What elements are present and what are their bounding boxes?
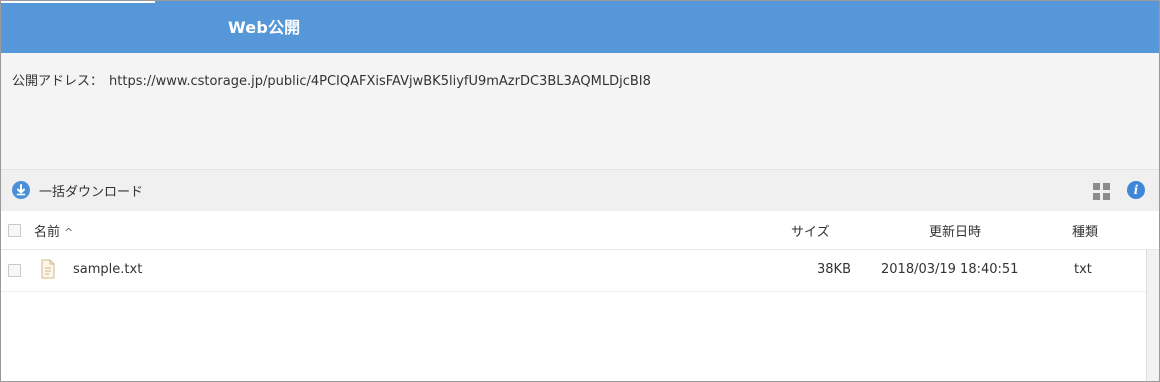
sort-ascending-icon: ^ [64, 226, 74, 239]
column-header-name[interactable]: 名前 ^ [34, 221, 73, 240]
table-row[interactable]: sample.txt 38KB 2018/03/19 18:40:51 txt [1, 250, 1146, 292]
column-header-type[interactable]: 種類 [1072, 221, 1098, 240]
column-header-size[interactable]: サイズ [791, 221, 830, 240]
text-file-icon [41, 259, 55, 279]
toolbar: 一括ダウンロード i [1, 169, 1159, 212]
public-address-panel: 公開アドレス： https://www.cstorage.jp/public/4P… [1, 53, 1159, 169]
vertical-scrollbar[interactable] [1146, 250, 1159, 381]
public-address-label: 公開アドレス： [12, 74, 104, 89]
file-updated: 2018/03/19 18:40:51 [881, 262, 1019, 277]
column-header-updated[interactable]: 更新日時 [929, 221, 981, 240]
web-publish-window: Web公開 公開アドレス： https://www.cstorage.jp/pub… [0, 0, 1160, 382]
grid-view-icon[interactable] [1093, 183, 1110, 200]
file-size: 38KB [817, 262, 851, 277]
bulk-download-button[interactable]: 一括ダウンロード [12, 180, 143, 200]
header-bar: Web公開 [1, 1, 1159, 53]
public-address-url[interactable]: https://www.cstorage.jp/public/4PCIQAFXi… [109, 74, 651, 89]
info-icon[interactable]: i [1127, 181, 1145, 199]
file-table-header: 名前 ^ サイズ 更新日時 種類 [1, 211, 1159, 250]
bulk-download-label: 一括ダウンロード [39, 184, 144, 200]
row-checkbox[interactable] [8, 264, 21, 277]
header-tab-strip [1, 1, 155, 3]
column-name-label: 名前 [34, 225, 61, 240]
file-name[interactable]: sample.txt [73, 262, 142, 277]
download-circle-icon [12, 181, 30, 199]
file-type: txt [1074, 262, 1092, 277]
public-address: 公開アドレス： https://www.cstorage.jp/public/4P… [12, 70, 651, 89]
select-all-checkbox[interactable] [8, 224, 21, 237]
page-title: Web公開 [228, 18, 301, 37]
